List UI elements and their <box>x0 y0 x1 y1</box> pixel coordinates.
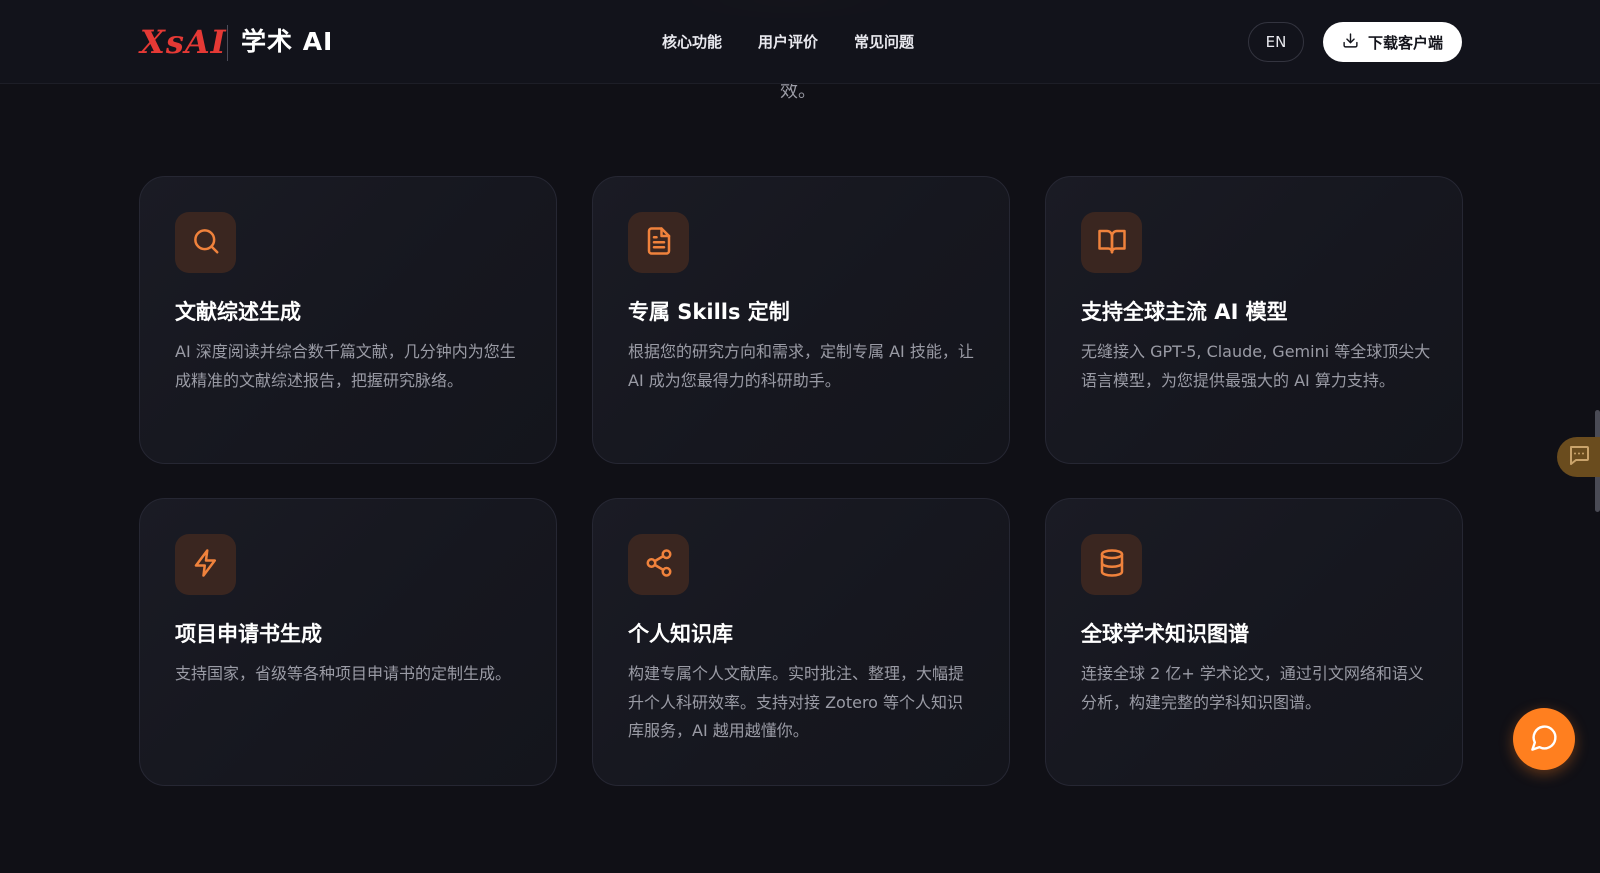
feature-card-literature-review[interactable]: 文献综述生成 AI 深度阅读并综合数千篇文献，几分钟内为您生成精准的文献综述报告… <box>139 176 557 464</box>
database-icon <box>1097 548 1127 582</box>
search-icon <box>191 226 221 260</box>
main-nav: 核心功能 用户评价 常见问题 <box>662 30 914 54</box>
nav-item-core-features[interactable]: 核心功能 <box>662 30 722 54</box>
feature-icon-box <box>628 212 689 273</box>
share-icon <box>644 548 674 582</box>
feature-description: 根据您的研究方向和需求，定制专属 AI 技能，让 AI 成为您最得力的科研助手。 <box>628 342 974 390</box>
feature-card-ai-models[interactable]: 支持全球主流 AI 模型 无缝接入 GPT-5, Claude, Gemini … <box>1045 176 1463 464</box>
feature-description: 构建专属个人文献库。实时批注、整理，大幅提升个人科研效率。支持对接 Zotero… <box>628 664 965 740</box>
book-open-icon <box>1097 226 1127 260</box>
feature-title: 个人知识库 <box>628 622 733 646</box>
feature-card-knowledge-graph[interactable]: 全球学术知识图谱 连接全球 2 亿+ 学术论文，通过引文网络和语义分析，构建完整… <box>1045 498 1463 786</box>
feature-icon-box <box>1081 534 1142 595</box>
feature-description: 支持国家，省级等各种项目申请书的定制生成。 <box>175 664 512 683</box>
brand-name[interactable]: 学术 AI <box>241 24 333 60</box>
message-dots-icon <box>1567 443 1591 471</box>
top-navbar: XsAI 学术 AI 核心功能 用户评价 常见问题 EN 下载客户端 <box>0 0 1600 84</box>
feature-title: 支持全球主流 AI 模型 <box>1081 300 1288 324</box>
download-button-label: 下载客户端 <box>1367 33 1443 52</box>
feature-icon-box <box>175 212 236 273</box>
feature-title: 项目申请书生成 <box>175 622 322 646</box>
feature-title: 专属 Skills 定制 <box>628 300 790 324</box>
feature-title: 全球学术知识图谱 <box>1081 622 1249 646</box>
feature-card-personal-library[interactable]: 个人知识库 构建专属个人文献库。实时批注、整理，大幅提升个人科研效率。支持对接 … <box>592 498 1010 786</box>
nav-item-user-reviews[interactable]: 用户评价 <box>758 30 818 54</box>
feature-icon-box <box>1081 212 1142 273</box>
feature-title: 文献综述生成 <box>175 300 301 324</box>
feature-card-grant-proposal[interactable]: 项目申请书生成 支持国家，省级等各种项目申请书的定制生成。 <box>139 498 557 786</box>
feedback-side-button[interactable] <box>1557 437 1600 477</box>
feature-card-custom-skills[interactable]: 专属 Skills 定制 根据您的研究方向和需求，定制专属 AI 技能，让 AI… <box>592 176 1010 464</box>
download-icon <box>1342 32 1359 53</box>
feature-description: 无缝接入 GPT-5, Claude, Gemini 等全球顶尖大语言模型，为您… <box>1081 342 1431 390</box>
feature-description: AI 深度阅读并综合数千篇文献，几分钟内为您生成精准的文献综述报告，把握研究脉络… <box>175 342 516 390</box>
nav-item-faq[interactable]: 常见问题 <box>854 30 914 54</box>
logo-divider <box>227 25 228 61</box>
chat-bubble-icon <box>1530 723 1559 756</box>
language-toggle-button[interactable]: EN <box>1248 22 1304 62</box>
feature-description: 连接全球 2 亿+ 学术论文，通过引文网络和语义分析，构建完整的学科知识图谱。 <box>1081 664 1424 712</box>
download-client-button[interactable]: 下载客户端 <box>1323 22 1462 62</box>
feature-icon-box <box>175 534 236 595</box>
feature-icon-box <box>628 534 689 595</box>
document-icon <box>644 226 674 260</box>
brand-logo[interactable]: XsAI <box>140 22 227 62</box>
chat-floating-button[interactable] <box>1513 708 1575 770</box>
lightning-icon <box>191 548 221 582</box>
